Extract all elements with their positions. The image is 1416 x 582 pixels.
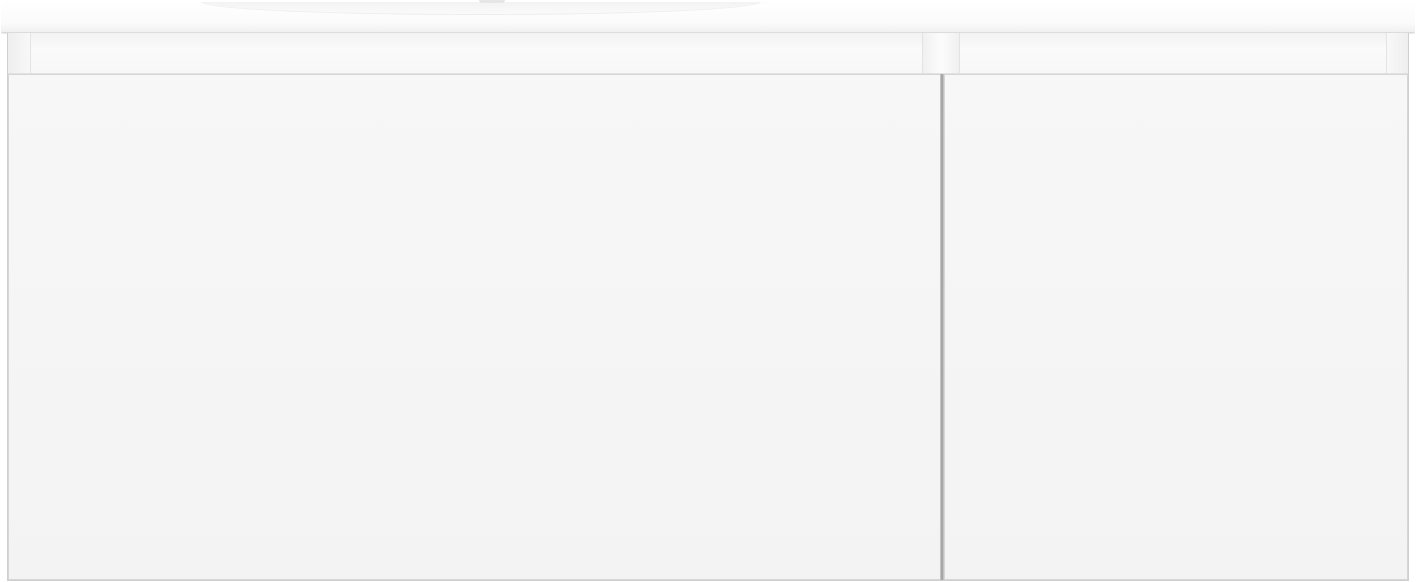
basin-bowl <box>201 2 761 15</box>
recess-center-divider <box>922 33 960 73</box>
recess-left-edge <box>8 33 31 73</box>
drain-opening <box>479 0 505 3</box>
handle-recess-strip <box>8 33 1408 74</box>
vanity-product-image <box>0 0 1416 582</box>
cabinet-left-edge <box>7 33 8 581</box>
left-cabinet-door <box>8 74 941 580</box>
cabinet-right-edge <box>1408 33 1409 581</box>
right-cabinet-door <box>944 74 1408 580</box>
cabinet-bottom-edge <box>7 580 1409 581</box>
recess-right-edge <box>1386 33 1409 73</box>
countertop-basin <box>1 0 1415 33</box>
